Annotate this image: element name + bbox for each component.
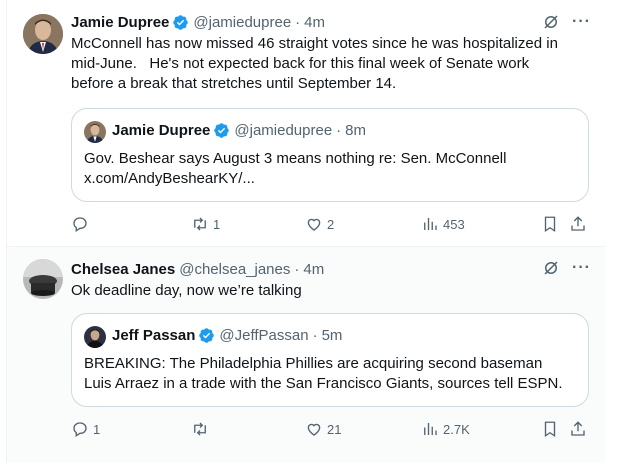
tweet-top-actions: ··· bbox=[542, 13, 591, 31]
tweet[interactable]: Chelsea Janes @chelsea_janes · 4m ··· Ok… bbox=[7, 247, 605, 463]
bookmark-icon bbox=[544, 216, 556, 233]
avatar[interactable] bbox=[23, 14, 63, 54]
quoted-text-line: Luis Arraez in a trade with the San Fran… bbox=[84, 375, 563, 392]
repost-button[interactable] bbox=[191, 419, 213, 439]
views-icon bbox=[424, 218, 437, 230]
author-name[interactable]: Chelsea Janes bbox=[71, 261, 175, 278]
author-handle[interactable]: @chelsea_janes bbox=[179, 261, 290, 278]
action-bar: 1 21 2.7K bbox=[71, 419, 591, 439]
author-name: Jeff Passan bbox=[112, 327, 196, 344]
quoted-tweet-text: Gov. Beshear says August 3 means nothing… bbox=[84, 149, 578, 189]
view-count: 2.7K bbox=[443, 421, 470, 437]
like-count: 2 bbox=[327, 216, 335, 232]
repost-icon bbox=[194, 422, 206, 436]
tweet-text: Ok deadline day, now we’re talking bbox=[71, 282, 302, 299]
author-name[interactable]: Jamie Dupree bbox=[71, 14, 169, 31]
reply-icon bbox=[73, 217, 87, 232]
timestamp: 8m bbox=[345, 122, 367, 139]
tweet-header: Jamie Dupree @jamiedupree · 4m bbox=[71, 12, 325, 32]
separator: · bbox=[294, 260, 300, 278]
heart-icon bbox=[307, 218, 321, 231]
tweet[interactable]: Jamie Dupree @jamiedupree · 4m ··· McCon… bbox=[7, 0, 605, 246]
quoted-text-line: BREAKING: The Philadelphia Phillies are … bbox=[84, 355, 543, 372]
reply-icon bbox=[73, 422, 87, 437]
verified-badge-icon bbox=[199, 328, 215, 343]
avatar bbox=[84, 121, 106, 143]
bookmark-icon bbox=[544, 421, 556, 438]
verified-badge-icon bbox=[173, 14, 189, 30]
like-count: 21 bbox=[327, 421, 342, 437]
more-icon[interactable]: ··· bbox=[572, 259, 591, 277]
share-button[interactable] bbox=[569, 419, 587, 439]
quoted-tweet-header: Jamie Dupree @jamiedupree · 8m bbox=[112, 122, 366, 139]
quoted-tweet-text: BREAKING: The Philadelphia Phillies are … bbox=[84, 354, 578, 394]
share-icon bbox=[571, 216, 585, 231]
timeline: Jamie Dupree @jamiedupree · 4m ··· McCon… bbox=[6, 0, 605, 463]
author-handle: @jamiedupree bbox=[234, 122, 333, 139]
author-handle: @JeffPassan bbox=[219, 327, 309, 344]
view-count: 453 bbox=[443, 216, 465, 232]
avatar[interactable] bbox=[23, 259, 63, 299]
views-button[interactable]: 2.7K bbox=[421, 419, 470, 439]
views-icon bbox=[424, 423, 437, 435]
reply-button[interactable]: 1 bbox=[71, 419, 100, 439]
tweet-text: McConnell has now missed 46 straight vot… bbox=[71, 35, 558, 92]
heart-icon bbox=[307, 423, 321, 436]
views-button[interactable]: 453 bbox=[421, 214, 465, 234]
more-icon[interactable]: ··· bbox=[572, 13, 591, 31]
quoted-text-link[interactable]: x.com/AndyBeshearKY/... bbox=[84, 169, 578, 189]
share-button[interactable] bbox=[569, 214, 587, 234]
separator: · bbox=[312, 327, 318, 344]
avatar bbox=[84, 326, 106, 348]
quoted-tweet[interactable]: Jeff Passan @JeffPassan · 5m BREAKING: T… bbox=[71, 313, 589, 407]
grok-icon[interactable] bbox=[542, 13, 560, 31]
grok-icon[interactable] bbox=[542, 259, 560, 277]
separator: · bbox=[336, 122, 342, 139]
reply-count: 1 bbox=[93, 421, 101, 437]
like-button[interactable]: 21 bbox=[305, 419, 341, 439]
bookmark-button[interactable] bbox=[541, 419, 559, 439]
repost-count: 1 bbox=[213, 216, 221, 232]
timestamp[interactable]: 4m bbox=[303, 261, 324, 278]
quoted-tweet[interactable]: Jamie Dupree @jamiedupree · 8m Gov. Besh… bbox=[71, 108, 589, 202]
repost-icon bbox=[194, 217, 206, 231]
author-handle[interactable]: @jamiedupree bbox=[193, 14, 291, 31]
share-icon bbox=[571, 421, 585, 436]
quoted-text-line: Gov. Beshear says August 3 means nothing… bbox=[84, 150, 507, 167]
separator: · bbox=[295, 13, 301, 31]
author-name: Jamie Dupree bbox=[112, 122, 211, 139]
timestamp: 5m bbox=[321, 327, 343, 344]
quoted-tweet-header: Jeff Passan @JeffPassan · 5m bbox=[112, 327, 342, 344]
bookmark-button[interactable] bbox=[541, 214, 559, 234]
repost-button[interactable]: 1 bbox=[191, 214, 220, 234]
verified-badge-icon bbox=[214, 123, 230, 138]
action-bar: 1 2 453 bbox=[71, 214, 591, 234]
like-button[interactable]: 2 bbox=[305, 214, 334, 234]
tweet-header: Chelsea Janes @chelsea_janes · 4m bbox=[71, 259, 324, 279]
tweet-top-actions: ··· bbox=[542, 259, 591, 277]
timestamp[interactable]: 4m bbox=[304, 14, 325, 31]
reply-button[interactable] bbox=[71, 214, 93, 234]
